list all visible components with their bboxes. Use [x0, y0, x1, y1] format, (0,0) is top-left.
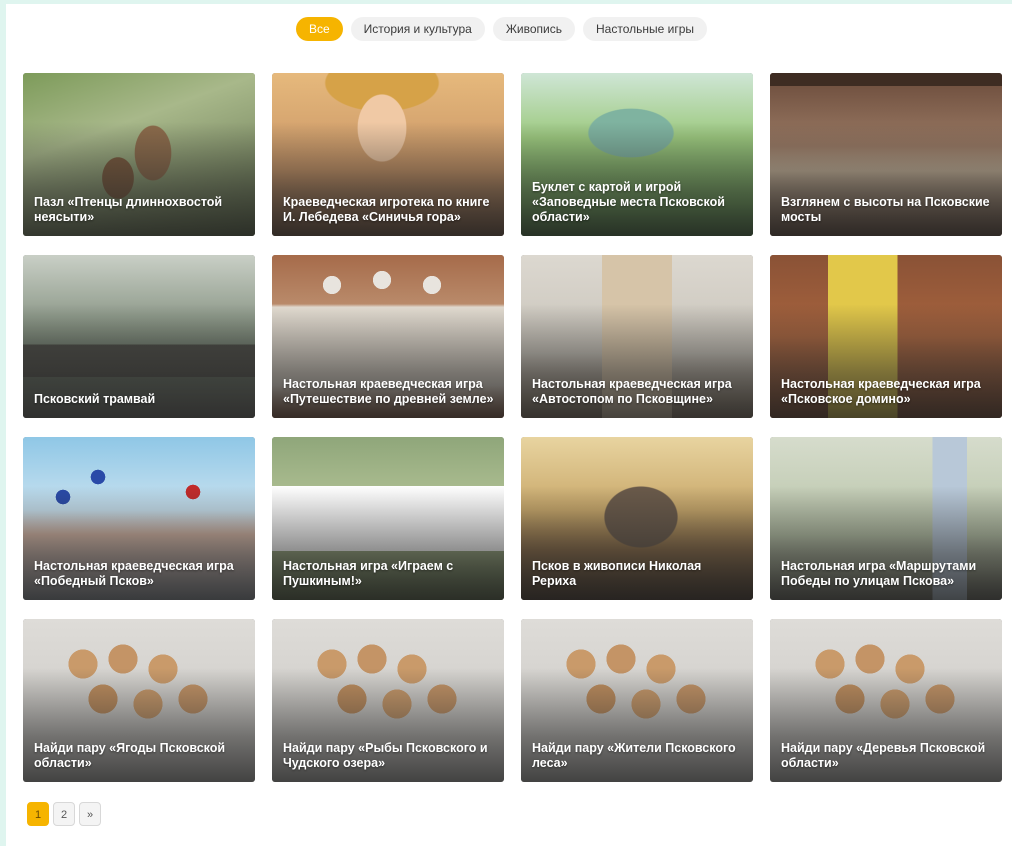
card-title: Буклет с картой и игрой «Заповедные мест… — [532, 180, 725, 224]
card-pair-forest-animals[interactable]: Найди пару «Жители Псковского леса» — [521, 619, 753, 782]
filter-all[interactable]: Все — [295, 17, 343, 41]
card-reserved-places-booklet[interactable]: Буклет с картой и игрой «Заповедные мест… — [521, 73, 753, 236]
cards-grid: Пазл «Птенцы длиннохвостой неясыти» Крае… — [23, 73, 1002, 782]
filter-history-culture[interactable]: История и культура — [350, 17, 485, 41]
card-sinichya-gora[interactable]: Краеведческая игротека по книге И. Лебед… — [272, 73, 504, 236]
page-1-button[interactable]: 1 — [27, 802, 49, 826]
card-ancient-land-game[interactable]: Настольная краеведческая игра «Путешеств… — [272, 255, 504, 418]
card-pskov-bridges[interactable]: Взглянем с высоты на Псковские мосты — [770, 73, 1002, 236]
card-pskov-tram[interactable]: Псковский трамвай — [23, 255, 255, 418]
card-title: Пазл «Птенцы длиннохвостой неясыти» — [34, 195, 223, 224]
card-title: Найди пару «Рыбы Псковского и Чудского о… — [283, 741, 488, 770]
card-title: Настольная игра «Маршрутами Победы по ул… — [781, 559, 977, 588]
card-roerich-paintings[interactable]: Псков в живописи Николая Рериха — [521, 437, 753, 600]
card-title: Настольная краеведческая игра «Псковское… — [781, 377, 981, 406]
card-victorious-pskov[interactable]: Настольная краеведческая игра «Победный … — [23, 437, 255, 600]
next-page-button[interactable]: » — [79, 802, 101, 826]
card-hitchhiking-game[interactable]: Настольная краеведческая игра «Автостопо… — [521, 255, 753, 418]
card-title: Настольная краеведческая игра «Путешеств… — [283, 377, 494, 406]
card-title: Настольная краеведческая игра «Автостопо… — [532, 377, 732, 406]
filter-painting[interactable]: Живопись — [492, 17, 575, 41]
card-title: Взглянем с высоты на Псковские мосты — [781, 195, 990, 224]
card-title: Найди пару «Деревья Псковской области» — [781, 741, 986, 770]
filter-board-games[interactable]: Настольные игры — [583, 17, 708, 41]
card-playing-with-pushkin[interactable]: Настольная игра «Играем с Пушкиным!» — [272, 437, 504, 600]
card-victory-routes[interactable]: Настольная игра «Маршрутами Победы по ул… — [770, 437, 1002, 600]
card-owlets-puzzle[interactable]: Пазл «Птенцы длиннохвостой неясыти» — [23, 73, 255, 236]
card-title: Краеведческая игротека по книге И. Лебед… — [283, 195, 490, 224]
card-pskov-domino[interactable]: Настольная краеведческая игра «Псковское… — [770, 255, 1002, 418]
page: Все История и культура Живопись Настольн… — [6, 4, 1012, 846]
card-title: Псков в живописи Николая Рериха — [532, 559, 702, 588]
card-pair-berries[interactable]: Найди пару «Ягоды Псковской области» — [23, 619, 255, 782]
card-title: Найди пару «Жители Псковского леса» — [532, 741, 736, 770]
card-pair-fish[interactable]: Найди пару «Рыбы Псковского и Чудского о… — [272, 619, 504, 782]
card-title: Псковский трамвай — [34, 392, 156, 406]
pagination: 1 2 » — [27, 802, 101, 826]
card-title: Настольная игра «Играем с Пушкиным!» — [283, 559, 454, 588]
card-title: Настольная краеведческая игра «Победный … — [34, 559, 234, 588]
page-2-button[interactable]: 2 — [53, 802, 75, 826]
card-title: Найди пару «Ягоды Псковской области» — [34, 741, 226, 770]
category-filters: Все История и культура Живопись Настольн… — [0, 17, 1012, 41]
card-pair-trees[interactable]: Найди пару «Деревья Псковской области» — [770, 619, 1002, 782]
